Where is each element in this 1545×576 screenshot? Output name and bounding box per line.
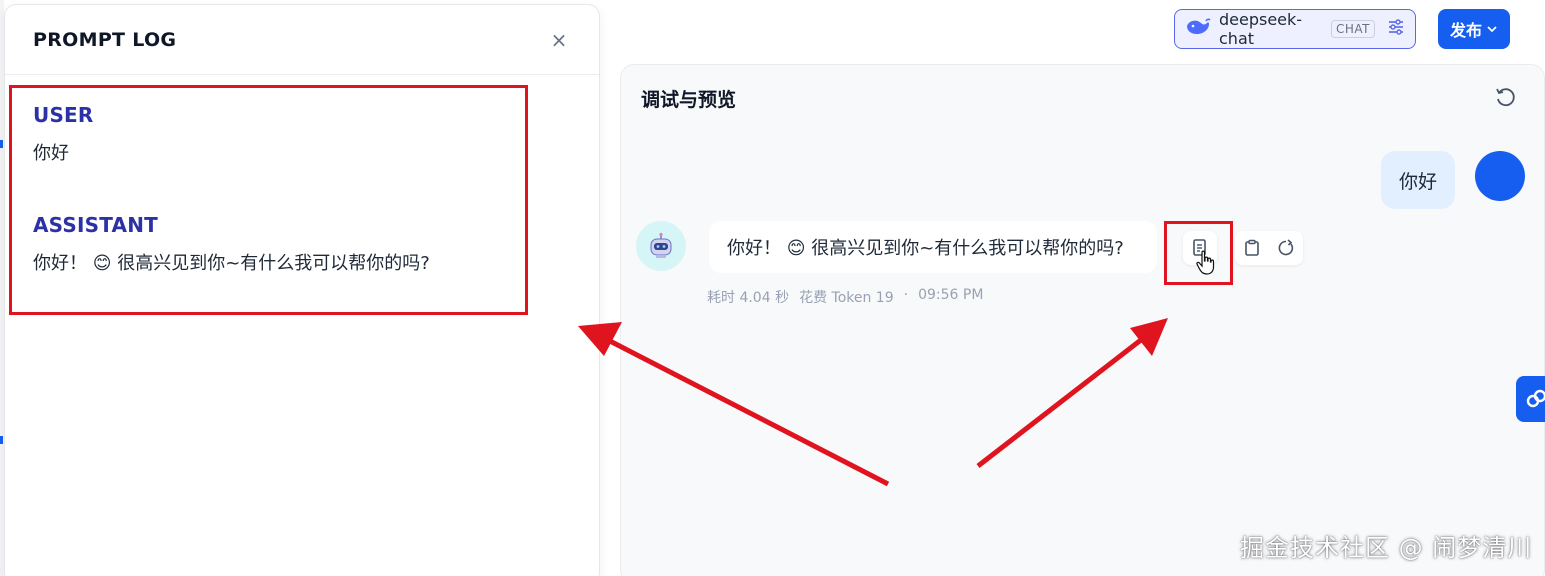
meta-separator: · bbox=[903, 287, 909, 303]
message-time: 09:56 PM bbox=[918, 287, 984, 303]
prompt-log-header: PROMPT LOG × bbox=[5, 5, 599, 75]
publish-button[interactable]: 发布 bbox=[1438, 9, 1510, 49]
log-role-label: USER bbox=[33, 103, 94, 127]
log-role-label: ASSISTANT bbox=[33, 213, 158, 237]
floating-side-button[interactable] bbox=[1516, 376, 1545, 422]
edge-marker bbox=[0, 140, 3, 148]
prompt-log-title: PROMPT LOG bbox=[33, 28, 177, 51]
model-type-badge: CHAT bbox=[1330, 20, 1375, 38]
chevron-down-icon bbox=[1486, 20, 1498, 39]
hand-cursor-icon bbox=[1196, 250, 1216, 280]
close-button[interactable]: × bbox=[547, 28, 571, 52]
log-message-text: 你好 bbox=[33, 143, 69, 164]
publish-label: 发布 bbox=[1449, 21, 1482, 40]
model-name: deepseek-chat bbox=[1219, 10, 1303, 48]
assistant-message-bubble: 你好！ 😊 很高兴见到你~有什么我可以帮你的吗? bbox=[709, 221, 1157, 273]
log-entry-assistant: ASSISTANT 你好！ 😊 很高兴见到你~有什么我可以帮你的吗? bbox=[33, 213, 430, 275]
log-message-text: 你好！ 😊 很高兴见到你~有什么我可以帮你的吗? bbox=[33, 253, 430, 274]
action-pair bbox=[1235, 231, 1303, 265]
regenerate-button[interactable] bbox=[1269, 231, 1303, 265]
user-message-bubble: 你好 bbox=[1381, 151, 1455, 209]
regenerate-icon bbox=[1278, 239, 1294, 256]
user-avatar bbox=[1475, 151, 1525, 201]
refresh-icon[interactable] bbox=[1493, 85, 1517, 109]
model-selector[interactable]: deepseek-chat CHAT bbox=[1174, 9, 1416, 49]
message-meta: 耗时 4.04 秒 花费 Token 19 · 09:56 PM bbox=[707, 287, 983, 307]
app-root: PROMPT LOG × USER 你好 ASSISTANT 你好！ 😊 很高兴… bbox=[0, 0, 1545, 576]
robot-icon bbox=[650, 232, 672, 258]
debug-panel-title: 调试与预览 bbox=[641, 89, 737, 111]
elapsed-time: 耗时 4.04 秒 bbox=[707, 290, 790, 306]
copy-button[interactable] bbox=[1235, 231, 1269, 265]
link-icon bbox=[1526, 389, 1545, 408]
whale-icon bbox=[1185, 17, 1211, 41]
prompt-log-panel: PROMPT LOG × USER 你好 ASSISTANT 你好！ 😊 很高兴… bbox=[4, 4, 600, 576]
token-count: 花费 Token 19 bbox=[799, 290, 894, 306]
log-entry-user: USER 你好 bbox=[33, 103, 94, 165]
bot-avatar bbox=[636, 221, 686, 271]
clipboard-icon bbox=[1245, 239, 1259, 256]
edge-marker bbox=[0, 436, 3, 444]
watermark: 掘金技术社区 @ 闹梦清川 bbox=[1240, 534, 1533, 562]
settings-sliders-icon[interactable] bbox=[1387, 18, 1405, 40]
debug-preview-panel: 调试与预览 你好 你好！ 😊 很高兴见到你~有什么我可以帮你的吗? 耗时 4.0… bbox=[620, 64, 1545, 576]
